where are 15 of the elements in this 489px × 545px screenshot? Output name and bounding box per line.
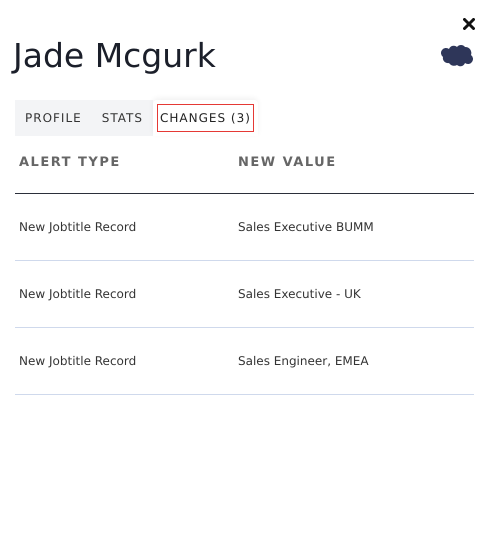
tab[interactable]: PROFILE — [15, 100, 92, 136]
close-button[interactable] — [461, 16, 476, 31]
person-name: Jade Mcgurk — [13, 36, 216, 76]
table-cell-text: Sales Engineer, EMEA — [237, 353, 370, 370]
table-cell-text: New Jobtitle Record — [18, 286, 138, 303]
table-cell-text: New Jobtitle Record — [18, 353, 138, 370]
table-cell-text: Sales Executive BUMM — [237, 219, 375, 236]
table-cell-text: New Jobtitle Record — [18, 219, 138, 236]
tab[interactable]: CHANGES (3) — [152, 100, 258, 136]
column-header: NEW VALUE — [237, 154, 338, 172]
close-icon — [462, 18, 474, 30]
column-header: ALERT TYPE — [18, 154, 122, 172]
table-cell-text: Sales Executive - UK — [237, 286, 362, 303]
tab[interactable]: STATS — [92, 100, 153, 136]
cloud-icon — [441, 45, 473, 67]
